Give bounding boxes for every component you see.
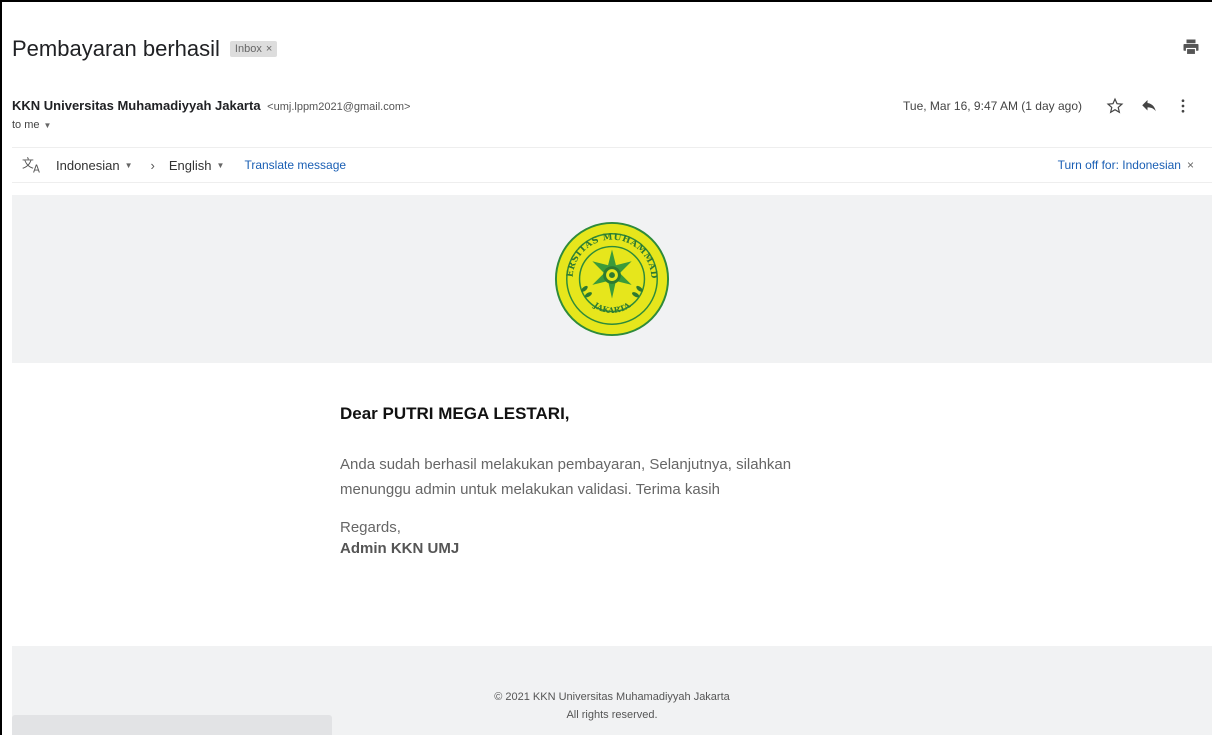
source-language-select[interactable]: Indonesian ▼ [56,158,133,173]
caret-down-icon: ▼ [124,160,133,170]
email-view: Pembayaran berhasil Inbox × KKN Universi… [0,0,1212,735]
close-icon[interactable]: × [1187,158,1194,172]
copyright: © 2021 KKN Universitas Muhamadiyyah Jaka… [494,691,730,703]
print-icon[interactable] [1182,38,1200,56]
translate-message-link[interactable]: Translate message [244,158,346,172]
bottom-panel [12,715,332,735]
star-icon[interactable] [1098,92,1132,120]
subject-row: Pembayaran berhasil Inbox × [12,32,278,66]
more-vert-icon[interactable] [1166,92,1200,120]
source-language-label: Indonesian [56,157,120,173]
message-line: menunggu admin untuk melakukan validasi.… [340,481,720,498]
translate-bar: 文 A Indonesian ▼ › English ▼ Translate m… [12,147,1212,183]
sender-email: <umj.lppm2021@gmail.com> [267,101,411,113]
turn-off-translate: Turn off for: Indonesian × [1058,158,1194,172]
university-logo: UNIVERSITAS MUHAMMADIYAH JAKARTA [553,220,670,337]
sender-row: KKN Universitas Muhamadiyyah Jakarta <um… [12,98,410,113]
message-body: Anda sudah berhasil melakukan pembayaran… [340,452,900,502]
target-language-select[interactable]: English ▼ [169,158,225,173]
sender-name[interactable]: KKN Universitas Muhamadiyyah Jakarta [12,98,261,113]
translate-icon: 文 A [22,157,40,174]
turn-off-link[interactable]: Turn off for: Indonesian [1058,158,1181,172]
message-meta: Tue, Mar 16, 9:47 AM (1 day ago) [903,92,1200,120]
target-language-label: English [168,157,212,173]
caret-down-icon: ▼ [216,160,225,170]
message-line: Anda sudah berhasil melakukan pembayaran… [340,456,792,473]
to-me-text: to me [12,119,40,131]
svg-text:A: A [33,165,40,174]
email-content: Dear PUTRI MEGA LESTARI, Anda sudah berh… [340,404,900,557]
recipients-toggle[interactable]: to me ▼ [12,119,51,131]
inbox-label-chip[interactable]: Inbox × [229,41,278,57]
greeting: Dear PUTRI MEGA LESTARI, [340,404,570,423]
regards: Regards, [340,519,401,536]
inbox-label-text: Inbox [234,43,262,55]
email-subject: Pembayaran berhasil [12,36,220,61]
caret-down-icon: ▼ [43,120,52,130]
remove-label-icon[interactable]: × [266,43,272,55]
signature: Admin KKN UMJ [340,540,460,557]
email-header-banner: UNIVERSITAS MUHAMMADIYAH JAKARTA [12,195,1212,363]
chevron-right-icon: › [150,157,155,173]
reply-icon[interactable] [1132,92,1166,120]
message-date: Tue, Mar 16, 9:47 AM (1 day ago) [903,99,1082,113]
